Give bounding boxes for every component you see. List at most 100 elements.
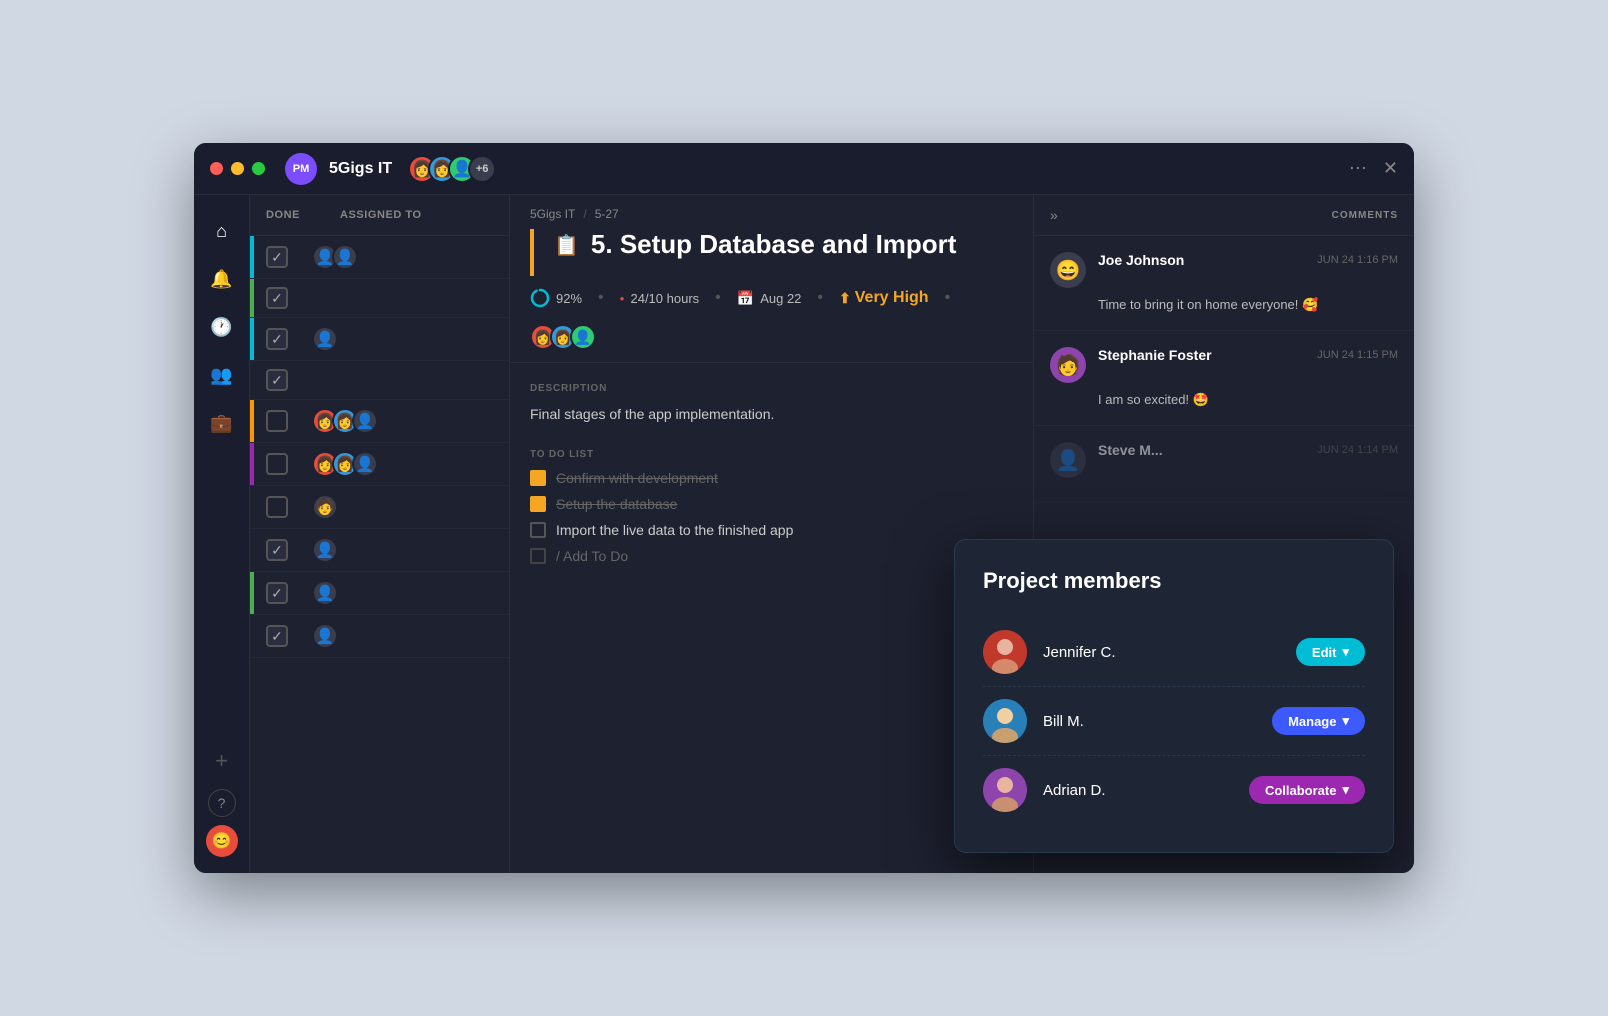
task-checkbox[interactable] bbox=[266, 328, 288, 350]
team-avatars: 👩 👩 👤 +6 bbox=[408, 155, 496, 183]
close-icon[interactable]: ✕ bbox=[1383, 158, 1398, 179]
comment-meta: Steve M... JUN 24 1:14 PM bbox=[1098, 442, 1398, 458]
task-assignees: 👤 bbox=[312, 580, 338, 606]
task-row[interactable] bbox=[250, 361, 509, 400]
row-indicator bbox=[250, 279, 254, 317]
comment-time-1: JUN 24 1:16 PM bbox=[1317, 254, 1398, 266]
task-assignees: 👤 bbox=[312, 623, 338, 649]
todo-check-done[interactable] bbox=[530, 470, 546, 486]
row-indicator bbox=[250, 361, 254, 399]
todo-check-undone[interactable] bbox=[530, 522, 546, 538]
sidebar-icon-users[interactable]: 👥 bbox=[202, 355, 242, 395]
member-role-edit[interactable]: Edit ▾ bbox=[1296, 638, 1365, 666]
row-indicator bbox=[250, 529, 254, 571]
todo-item-2: Setup the database bbox=[530, 496, 1013, 512]
sidebar-icon-bell[interactable]: 🔔 bbox=[202, 259, 242, 299]
sidebar-icon-home[interactable]: ⌂ bbox=[202, 211, 242, 251]
todo-label: TO DO LIST bbox=[530, 449, 1013, 460]
member-avatar-3 bbox=[983, 768, 1027, 812]
meta-progress: 92% bbox=[530, 288, 582, 308]
comment-text-2: I am so excited! 🤩 bbox=[1050, 391, 1398, 409]
task-assignees: 👩 👩 👤 bbox=[312, 451, 378, 477]
comment-author-3: Steve M... bbox=[1098, 442, 1163, 458]
meta-sep-3: • bbox=[817, 289, 823, 307]
member-row-3: Adrian D. Collaborate ▾ bbox=[983, 755, 1365, 824]
task-checkbox[interactable] bbox=[266, 625, 288, 647]
sidebar-icon-clock[interactable]: 🕐 bbox=[202, 307, 242, 347]
assignee-avatar: 👤 bbox=[312, 623, 338, 649]
task-checkbox[interactable] bbox=[266, 246, 288, 268]
pm-avatar[interactable]: PM bbox=[285, 153, 317, 185]
task-checkbox[interactable] bbox=[266, 582, 288, 604]
member-row-2: Bill M. Manage ▾ bbox=[983, 686, 1365, 755]
task-checkbox[interactable] bbox=[266, 453, 288, 475]
task-list-panel: DONE ASSIGNED TO 👤 👤 bbox=[250, 195, 510, 873]
todo-check-done[interactable] bbox=[530, 496, 546, 512]
titlebar: PM 5Gigs IT 👩 👩 👤 +6 ⋯ ✕ bbox=[194, 143, 1414, 195]
task-checkbox[interactable] bbox=[266, 410, 288, 432]
task-title: 5. Setup Database and Import bbox=[591, 229, 957, 260]
progress-ring-icon bbox=[530, 288, 550, 308]
minimize-traffic-light[interactable] bbox=[231, 162, 244, 175]
assignee-avatar: 👤 bbox=[312, 326, 338, 352]
member-row-1: Jennifer C. Edit ▾ bbox=[983, 618, 1365, 686]
comment-1: 😄 Joe Johnson JUN 24 1:16 PM Time to bri… bbox=[1034, 236, 1414, 331]
row-indicator bbox=[250, 443, 254, 485]
task-checkbox[interactable] bbox=[266, 287, 288, 309]
sidebar-icon-plus[interactable]: + bbox=[202, 741, 242, 781]
comments-title: COMMENTS bbox=[1332, 210, 1398, 221]
header-assigned-to: ASSIGNED TO bbox=[340, 209, 422, 221]
task-checkbox[interactable] bbox=[266, 539, 288, 561]
expand-icon[interactable]: » bbox=[1050, 207, 1058, 223]
progress-value: 92% bbox=[556, 291, 582, 306]
app-window: PM 5Gigs IT 👩 👩 👤 +6 ⋯ ✕ ⌂ 🔔 🕐 👥 💼 + ? 😊 bbox=[194, 143, 1414, 873]
task-row[interactable]: 👤 bbox=[250, 529, 509, 572]
sidebar-icon-help[interactable]: ? bbox=[208, 789, 236, 817]
sidebar-icon-briefcase[interactable]: 💼 bbox=[202, 403, 242, 443]
task-row[interactable]: 👤 bbox=[250, 318, 509, 361]
breadcrumb-separator: / bbox=[583, 207, 586, 221]
task-rows: 👤 👤 👤 bbox=[250, 236, 509, 873]
task-row[interactable]: 👤 bbox=[250, 615, 509, 658]
task-row[interactable]: 👤 bbox=[250, 572, 509, 615]
task-checkbox[interactable] bbox=[266, 369, 288, 391]
task-row[interactable] bbox=[250, 279, 509, 318]
meta-assignees: 👩 👩 👤 bbox=[530, 324, 596, 350]
meta-sep-4: • bbox=[945, 289, 951, 307]
comment-avatar-1: 😄 bbox=[1050, 252, 1086, 288]
task-row[interactable]: 🧑 bbox=[250, 486, 509, 529]
overlay-title: Project members bbox=[983, 568, 1365, 594]
meta-sep-2: • bbox=[715, 289, 721, 307]
team-avatar-count[interactable]: +6 bbox=[468, 155, 496, 183]
task-row[interactable]: 👤 👤 bbox=[250, 236, 509, 279]
assignee-avatar: 👤 bbox=[352, 451, 378, 477]
maximize-traffic-light[interactable] bbox=[252, 162, 265, 175]
member-role-manage[interactable]: Manage ▾ bbox=[1272, 707, 1365, 735]
todo-item-3: Import the live data to the finished app bbox=[530, 522, 1013, 538]
member-role-collaborate[interactable]: Collaborate ▾ bbox=[1249, 776, 1365, 804]
task-icon: 📋 bbox=[554, 233, 579, 258]
comment-time-2: JUN 24 1:15 PM bbox=[1317, 349, 1398, 361]
more-icon[interactable]: ⋯ bbox=[1349, 158, 1367, 179]
titlebar-actions: ⋯ ✕ bbox=[1349, 158, 1398, 179]
comment-meta: Stephanie Foster JUN 24 1:15 PM bbox=[1098, 347, 1398, 363]
row-indicator bbox=[250, 400, 254, 442]
task-row[interactable]: 👩 👩 👤 bbox=[250, 443, 509, 486]
task-assignees: 👤 bbox=[312, 326, 338, 352]
breadcrumb-task-id: 5-27 bbox=[595, 207, 619, 221]
sidebar-user-avatar[interactable]: 😊 bbox=[206, 825, 238, 857]
todo-item-1: Confirm with development bbox=[530, 470, 1013, 486]
task-checkbox[interactable] bbox=[266, 496, 288, 518]
traffic-lights bbox=[210, 162, 265, 175]
member-name-2: Bill M. bbox=[1043, 713, 1256, 730]
project-members-overlay: Project members Jennifer C. Edit ▾ bbox=[954, 539, 1394, 853]
comment-avatar-3: 👤 bbox=[1050, 442, 1086, 478]
add-todo[interactable]: / Add To Do bbox=[530, 548, 1013, 564]
close-traffic-light[interactable] bbox=[210, 162, 223, 175]
task-row[interactable]: 👩 👩 👤 bbox=[250, 400, 509, 443]
description-text: Final stages of the app implementation. bbox=[530, 404, 1013, 425]
comment-header: 😄 Joe Johnson JUN 24 1:16 PM bbox=[1050, 252, 1398, 288]
assignee-avatar: 🧑 bbox=[312, 494, 338, 520]
comment-3: 👤 Steve M... JUN 24 1:14 PM bbox=[1034, 426, 1414, 503]
member-avatar-1 bbox=[983, 630, 1027, 674]
